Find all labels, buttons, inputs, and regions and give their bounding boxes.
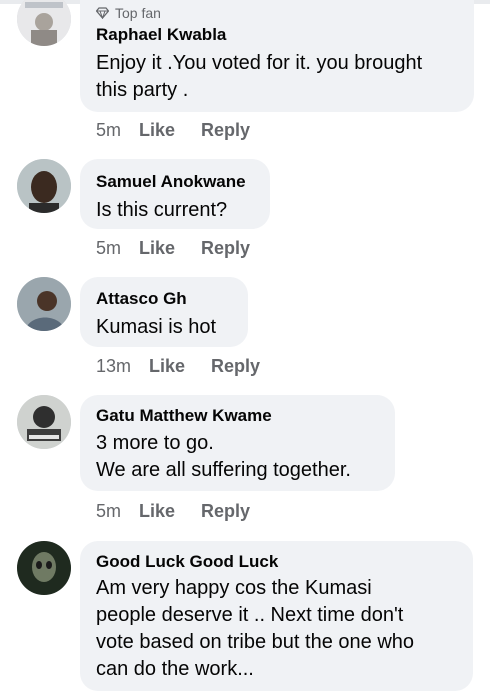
reply-button[interactable]: Reply [201,120,250,141]
timestamp[interactable]: 5m [96,120,121,141]
comment-bubble: Good Luck Good Luck Am very happy cos th… [80,541,473,691]
avatar[interactable] [17,541,71,595]
avatar[interactable] [17,395,71,449]
reply-button[interactable]: Reply [201,501,250,522]
comment-bubble: Samuel Anokwane Is this current? [80,159,270,229]
reply-button[interactable]: Reply [201,238,250,259]
comment-text: Am very happy cos the Kumasi people dese… [96,575,457,683]
author-name[interactable]: Good Luck Good Luck [96,551,457,573]
comment-text: Is this current? [96,197,254,224]
comment-line: vote based on tribe but the one who [96,631,415,653]
author-name[interactable]: Gatu Matthew Kwame [96,405,379,427]
author-name[interactable]: Raphael Kwabla [96,24,458,46]
comment-bubble: Gatu Matthew Kwame 3 more to go. We are … [80,395,395,491]
comment-actions: 5m Like Reply [96,501,250,522]
comment-line: this party . [96,79,189,101]
comment-line: 3 more to go. [96,432,214,454]
comment-text: Enjoy it .You voted for it. you brought … [96,50,458,104]
comment-line: Is this current? [96,199,228,221]
author-name[interactable]: Samuel Anokwane [96,171,254,193]
comment-actions: 13m Like Reply [96,356,260,377]
timestamp[interactable]: 13m [96,356,131,377]
comment-actions: 5m Like Reply [96,120,250,141]
comment-line: people deserve it .. Next time don't [96,604,404,626]
like-button[interactable]: Like [139,238,175,259]
like-button[interactable]: Like [149,356,185,377]
avatar[interactable] [17,159,71,213]
comment-bubble: Attasco Gh Kumasi is hot [80,277,248,347]
comment-line: can do the work... [96,658,254,680]
top-fan-badge: Top fan [96,4,458,22]
timestamp[interactable]: 5m [96,501,121,522]
comment-line: Kumasi is hot [96,316,217,338]
comment-line: Am very happy cos the Kumasi [96,577,372,599]
comment-actions: 5m Like Reply [96,238,250,259]
avatar[interactable] [17,277,71,331]
comment-text: 3 more to go. We are all suffering toget… [96,430,379,484]
like-button[interactable]: Like [139,501,175,522]
reply-button[interactable]: Reply [211,356,260,377]
timestamp[interactable]: 5m [96,238,121,259]
like-button[interactable]: Like [139,120,175,141]
diamond-icon [96,7,109,19]
author-name[interactable]: Attasco Gh [96,288,232,310]
avatar[interactable] [17,0,71,46]
comment-bubble: Top fan Raphael Kwabla Enjoy it .You vot… [80,0,474,112]
comment-line: Enjoy it .You voted for it. you brought [96,52,423,74]
badge-label: Top fan [115,5,161,21]
comment-text: Kumasi is hot [96,314,232,341]
comment-line: We are all suffering together. [96,459,351,481]
